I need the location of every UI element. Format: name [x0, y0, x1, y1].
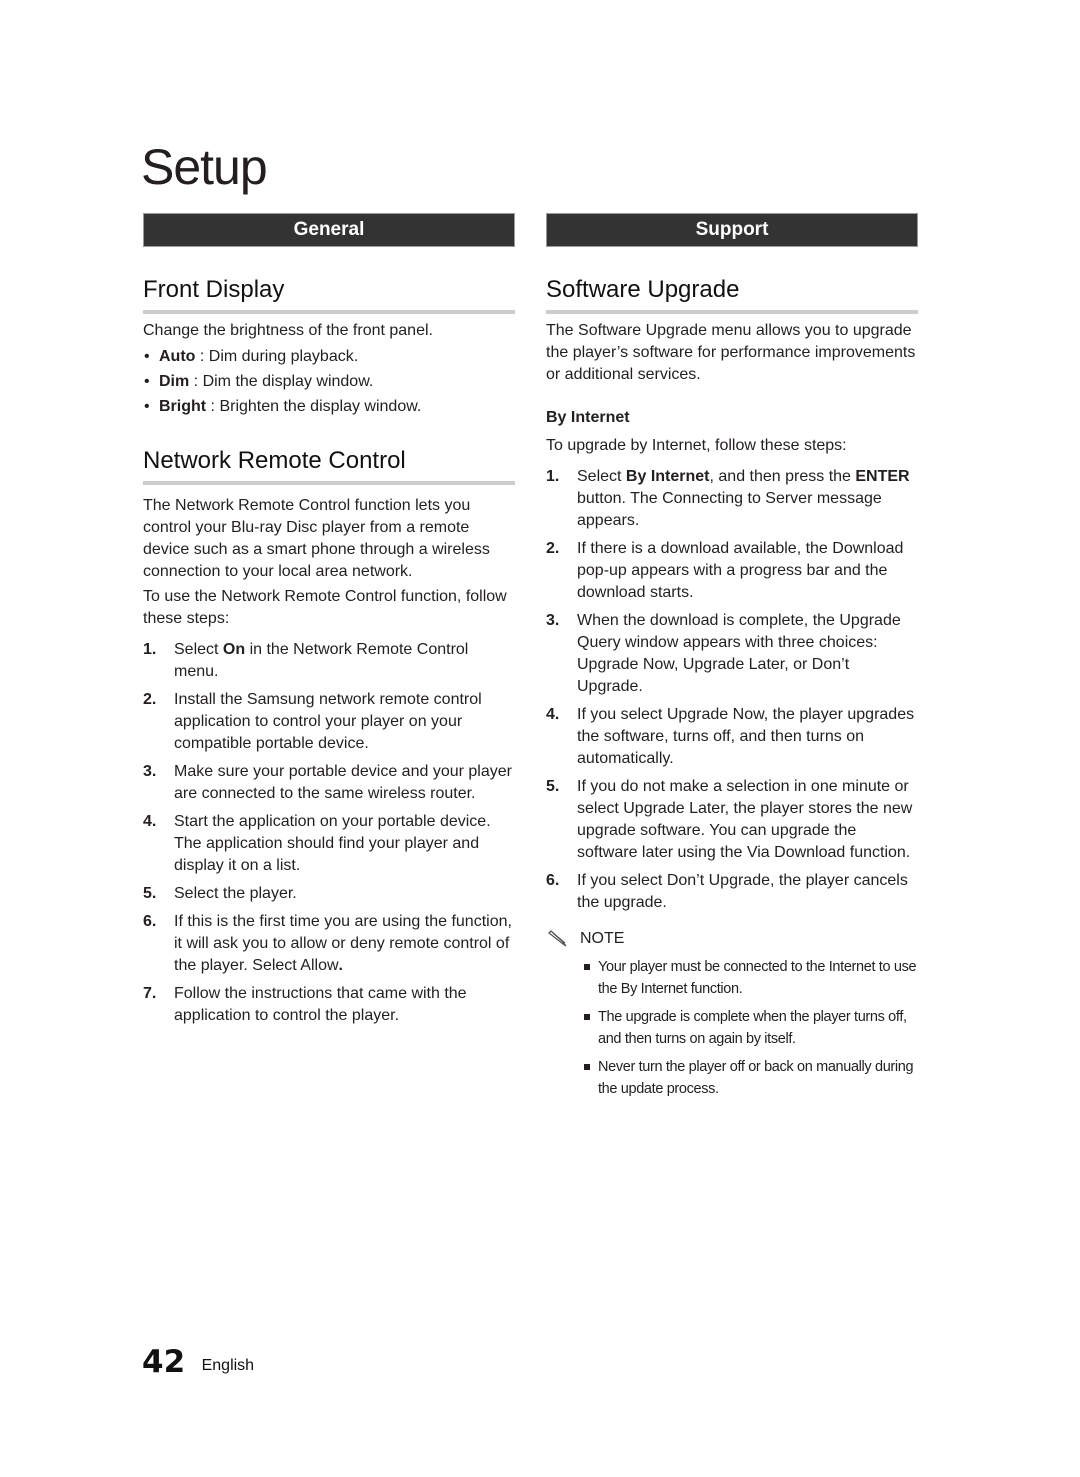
option-term: Auto [159, 348, 196, 365]
step-item: 7. Follow the instructions that came with… [143, 983, 515, 1027]
option-auto: Auto : Dim during playback. [143, 344, 515, 369]
note-item: Your player must be connected to the Int… [546, 956, 918, 1000]
software-upgrade-intro: The Software Upgrade menu allows you to … [546, 322, 916, 383]
option-term: Dim [159, 373, 190, 390]
step-text: Make sure your portable device and your … [174, 763, 512, 802]
step-text: When the download is complete, the Upgra… [577, 612, 901, 695]
note-item: Never turn the player off or back on man… [546, 1056, 918, 1100]
step-number: 5. [143, 885, 157, 902]
step-text: If you select Don’t Upgrade, the player … [577, 872, 908, 911]
step-item: 1. Select By Internet, and then press the… [546, 466, 918, 532]
step-number: 3. [546, 612, 560, 629]
step-item: 5. If you do not make a selection in one … [546, 776, 918, 864]
step-text: Select [577, 468, 626, 485]
step-number: 4. [143, 813, 157, 830]
step-bold: ENTER [855, 468, 910, 485]
note-text: Your player must be connected to the Int… [598, 959, 917, 997]
square-bullet-icon [584, 964, 590, 970]
step-text: If you select Upgrade Now, the player up… [577, 706, 915, 767]
page-footer: 42 English [142, 1344, 254, 1380]
option-bright: Bright : Brighten the display window. [143, 394, 515, 419]
pencil-icon [548, 930, 567, 947]
step-bold: On [222, 641, 246, 658]
step-text: , and then press the [709, 468, 856, 485]
heading-software-upgrade: Software Upgrade [546, 276, 740, 303]
subheading-by-internet: By Internet [546, 409, 630, 426]
step-number: 6. [546, 872, 560, 889]
heading-front-display: Front Display [143, 276, 285, 303]
step-number: 5. [546, 778, 560, 795]
step-item: 2. Install the Samsung network remote con… [143, 689, 515, 755]
section-bar-general: General [143, 213, 515, 247]
note-label: NOTE [580, 930, 625, 947]
heading-network-remote-control: Network Remote Control [143, 447, 406, 474]
page-number: 42 [142, 1344, 186, 1380]
step-number: 3. [143, 763, 157, 780]
step-number: 4. [546, 706, 560, 723]
option-desc: : Dim the display window. [189, 373, 374, 390]
square-bullet-icon [584, 1014, 590, 1020]
step-text: Select [174, 641, 223, 658]
step-bold: . [338, 957, 343, 974]
step-item: 5. Select the player. [143, 883, 515, 905]
option-desc: : Brighten the display window. [206, 398, 422, 415]
network-remote-steps: 1. Select On in the Network Remote Contro… [143, 639, 515, 1027]
step-text: Select the player. [174, 885, 297, 902]
network-remote-intro: The Network Remote Control function lets… [143, 497, 490, 580]
note-list: Your player must be connected to the Int… [546, 956, 918, 1100]
left-column: General Front Display Change the brightn… [143, 213, 515, 1033]
step-item: 6. If this is the first time you are usin… [143, 911, 515, 977]
note-item: The upgrade is complete when the player … [546, 1006, 918, 1050]
step-text: If there is a download available, the Do… [577, 540, 904, 601]
front-display-options: Auto : Dim during playback. Dim : Dim th… [143, 344, 515, 419]
upgrade-steps: 1. Select By Internet, and then press the… [546, 466, 918, 914]
step-number: 2. [546, 540, 560, 557]
step-number: 6. [143, 913, 157, 930]
step-item: 1. Select On in the Network Remote Contro… [143, 639, 515, 683]
step-text: If you do not make a selection in one mi… [577, 778, 913, 861]
step-item: 4. If you select Upgrade Now, the player … [546, 704, 918, 770]
step-text: Follow the instructions that came with t… [174, 985, 467, 1024]
step-number: 1. [143, 641, 157, 658]
step-text: Start the application on your portable d… [174, 813, 491, 874]
note-header: NOTE [546, 928, 918, 950]
step-number: 7. [143, 985, 157, 1002]
by-internet-lead: To upgrade by Internet, follow these ste… [546, 437, 847, 454]
step-item: 4. Start the application on your portable… [143, 811, 515, 877]
step-text: Install the Samsung network remote contr… [174, 691, 482, 752]
step-item: 3. When the download is complete, the Upg… [546, 610, 918, 698]
option-term: Bright [159, 398, 207, 415]
step-item: 2. If there is a download available, the … [546, 538, 918, 604]
option-desc: : Dim during playback. [195, 348, 359, 365]
note-text: The upgrade is complete when the player … [598, 1009, 907, 1047]
note-text: Never turn the player off or back on man… [598, 1059, 914, 1097]
section-bar-support: Support [546, 213, 918, 247]
step-bold: By Internet [625, 468, 710, 485]
page-title: Setup [141, 139, 268, 195]
step-number: 1. [546, 468, 560, 485]
square-bullet-icon [584, 1064, 590, 1070]
network-remote-lead: To use the Network Remote Control functi… [143, 588, 507, 627]
step-text: button. The Connecting to Server message… [577, 490, 882, 529]
step-item: 3. Make sure your portable device and you… [143, 761, 515, 805]
option-dim: Dim : Dim the display window. [143, 369, 515, 394]
step-item: 6. If you select Don’t Upgrade, the playe… [546, 870, 918, 914]
page-language: English [201, 1357, 255, 1374]
step-number: 2. [143, 691, 157, 708]
front-display-intro: Change the brightness of the front panel… [143, 322, 433, 339]
right-column: Support Software Upgrade The Software Up… [546, 213, 918, 1106]
